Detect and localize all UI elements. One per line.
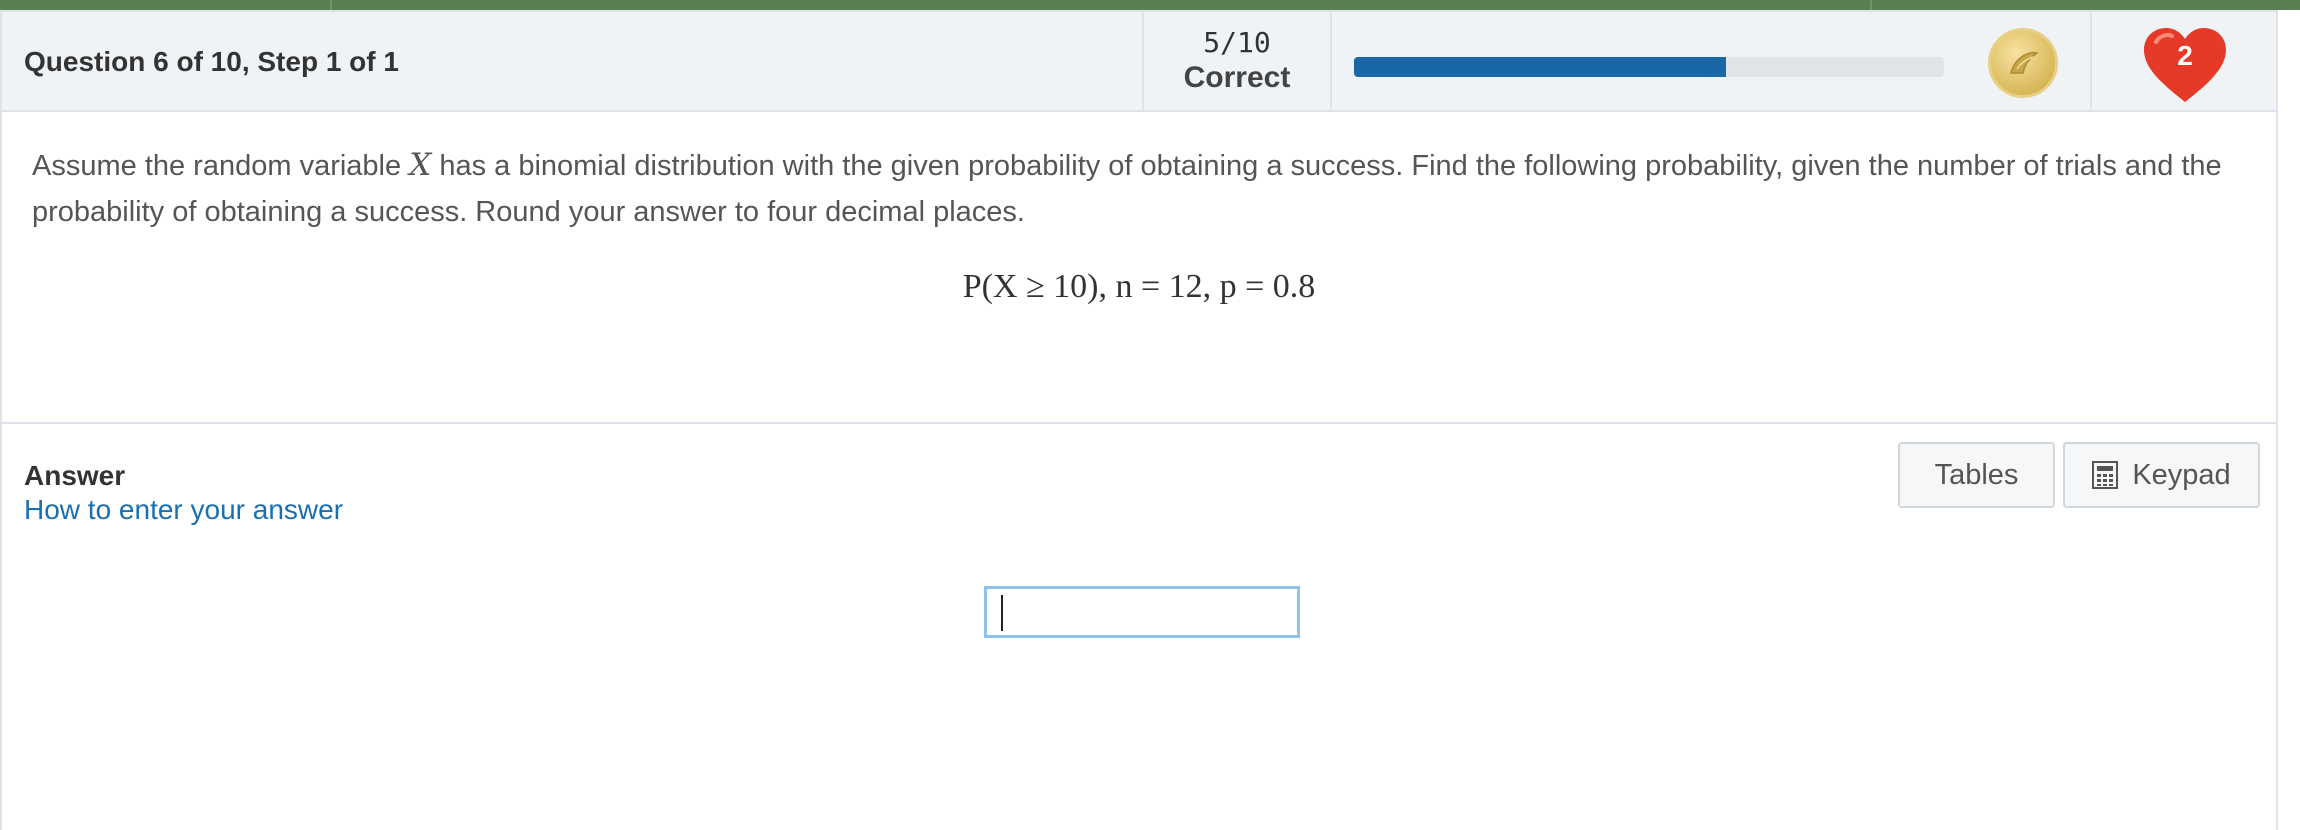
score-box: 5/10 Correct [1142, 12, 1332, 112]
coin-icon [1988, 28, 2058, 98]
tables-button[interactable]: Tables [1898, 442, 2055, 508]
question-panel: Assume the random variable X has a binom… [0, 112, 2278, 424]
top-bar [0, 0, 2300, 10]
top-bar-divider [330, 0, 332, 10]
score-label: Correct [1183, 61, 1291, 94]
top-bar-divider [1870, 0, 1872, 10]
answer-panel: Answer How to enter your answer Tables K… [0, 424, 2278, 830]
question-header: Question 6 of 10, Step 1 of 1 5/10 Corre… [0, 10, 2278, 112]
random-variable: X [409, 147, 432, 183]
answer-label: Answer [24, 460, 126, 491]
text-caret [1001, 595, 1003, 631]
question-title: Question 6 of 10, Step 1 of 1 [24, 46, 399, 77]
progress-fill [1354, 57, 1726, 77]
question-text-start: Assume the random variable [32, 150, 410, 182]
calculator-icon [2092, 461, 2119, 489]
progress-bar [1354, 57, 1944, 77]
keypad-button[interactable]: Keypad [2063, 442, 2260, 508]
question-text: Assume the random variable X has a binom… [32, 142, 2242, 235]
tables-button-label: Tables [1934, 458, 2019, 491]
score-value: 5/10 [1203, 26, 1271, 59]
keypad-button-label: Keypad [2132, 458, 2231, 491]
hearts-box: 2 [2090, 12, 2278, 112]
coin-emblem [2010, 51, 2039, 74]
how-to-enter-answer-link[interactable]: How to enter your answer [24, 494, 343, 526]
hearts-count: 2 [2177, 40, 2193, 71]
answer-input[interactable] [984, 586, 1300, 638]
probability-formula: P(X ≥ 10), n = 12, p = 0.8 [962, 268, 1316, 305]
